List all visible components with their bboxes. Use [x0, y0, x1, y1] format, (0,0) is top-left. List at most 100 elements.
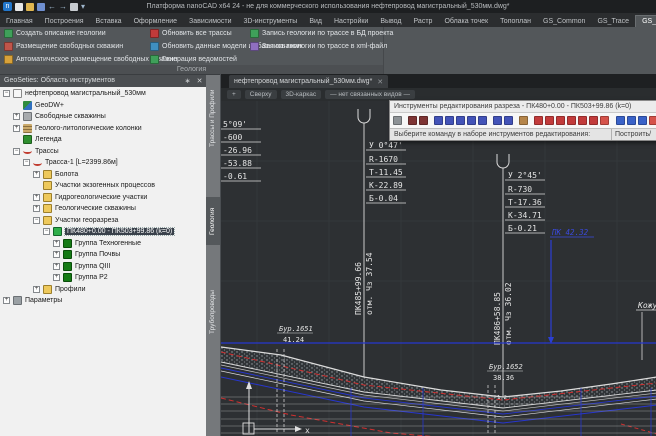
svg-text:Бур.1652: Бур.1652	[489, 363, 523, 371]
layer-flag-3-icon[interactable]	[456, 116, 465, 125]
ribbon-tab-3d[interactable]: 3D-инструменты	[238, 16, 304, 27]
tree-item-profili[interactable]: +Профили	[0, 284, 206, 296]
folder-icon	[43, 204, 52, 213]
tree-item-free-wells[interactable]: +Свободные скважины	[0, 111, 206, 123]
linked-views-button[interactable]: — нет связанных видов —	[325, 90, 415, 99]
side-tab-routes-profiles[interactable]: Трассы и Профили	[206, 85, 220, 151]
layer-flag-7-icon[interactable]	[504, 116, 513, 125]
level-2-icon[interactable]	[627, 116, 636, 125]
ribbon-tab-oformlenie[interactable]: Оформление	[128, 16, 183, 27]
tree-item-geodw[interactable]: GeoDW+	[0, 100, 206, 112]
tree-item-legend[interactable]: Легенда	[0, 134, 206, 146]
view-direction-button[interactable]: Сверху	[245, 90, 277, 99]
folder-icon	[43, 193, 52, 202]
select-tool-icon[interactable]	[393, 116, 402, 125]
tree-item-bolota[interactable]: +Болота	[0, 169, 206, 181]
tree-item-group-qiii[interactable]: +Группа QIII	[0, 261, 206, 273]
ribbon-tab-topoplan[interactable]: Топоплан	[494, 16, 537, 27]
cad-viewport[interactable]: 5°09' -600 -26.96 -53.88 -0.61 У 0°47' R…	[221, 101, 656, 436]
folder-icon	[43, 216, 52, 225]
free-wells-icon	[23, 112, 32, 121]
svg-text:5°09': 5°09'	[223, 120, 247, 129]
ribbon-tab-vyvod[interactable]: Вывод	[374, 16, 407, 27]
edit-gear-2-icon[interactable]	[419, 116, 428, 125]
tree-item-georazrez[interactable]: −Участки георазреза	[0, 215, 206, 227]
ribbon-tab-zavisimosti[interactable]: Зависимости	[183, 16, 237, 27]
stamp-6-icon[interactable]	[589, 116, 598, 125]
ribbon-tab-nastroiki[interactable]: Настройки	[328, 16, 374, 27]
ribbon-tab-gs-trace[interactable]: GS_Trace	[591, 16, 635, 27]
svg-text:-600: -600	[223, 133, 242, 142]
curve-point-1: У 0°47' R-1670 Т-11.45 К-22.89 Б-0.04 ПК…	[354, 109, 406, 381]
tree-item-routes[interactable]: −Трассы	[0, 146, 206, 158]
svg-text:R-1670: R-1670	[369, 155, 398, 164]
section-edit-palette[interactable]: Инструменты редактирования разреза - ПК4…	[389, 100, 656, 141]
add-view-button[interactable]: +	[227, 90, 241, 99]
edit-gear-1-icon[interactable]	[408, 116, 417, 125]
station-label: ПК486+58.85	[493, 292, 502, 345]
palette-action[interactable]: Построить/	[611, 129, 656, 140]
ribbon-tab-vid[interactable]: Вид	[303, 16, 328, 27]
layer-flag-5-icon[interactable]	[478, 116, 487, 125]
tree-item-exogenous[interactable]: Участки экзогенных процессов	[0, 180, 206, 192]
tree-item-hydrogeo[interactable]: +Гидрогеологические участки	[0, 192, 206, 204]
svg-text:Б-0.04: Б-0.04	[369, 194, 398, 203]
ribbon-tab-glavnaya[interactable]: Главная	[0, 16, 39, 27]
visual-style-button[interactable]: 3D-каркас	[281, 90, 322, 99]
cad-grid	[221, 101, 656, 436]
tree-item-section-pk480[interactable]: −ПК480+0.00 - ПК503+99.86 (k=0)	[0, 226, 206, 238]
svg-text:У 2°45': У 2°45'	[508, 171, 542, 180]
layer-flag-2-icon[interactable]	[445, 116, 454, 125]
panel-title: GeoSeties: Область инструментов	[4, 77, 115, 84]
svg-text:К-34.71: К-34.71	[508, 211, 542, 220]
lens-tool-icon[interactable]	[519, 116, 528, 125]
tree-item-root[interactable]: −нефтепровод магистральный_530мм	[0, 88, 206, 100]
elevation-label: отм. Чз 37.54	[365, 252, 374, 315]
side-tab-pipelines[interactable]: Трубопроводы	[206, 283, 220, 341]
routes-icon	[23, 148, 32, 154]
stamp-2-icon[interactable]	[545, 116, 554, 125]
legend-icon	[23, 135, 32, 144]
stamp-4-icon[interactable]	[567, 116, 576, 125]
litho-columns-icon	[23, 124, 32, 133]
create-geology-icon	[4, 29, 13, 38]
level-3-icon[interactable]	[638, 116, 647, 125]
close-tab-icon[interactable]: ✕	[377, 78, 383, 86]
georazrez-icon	[53, 227, 62, 236]
place-wells-icon	[4, 42, 13, 51]
pin-icon[interactable]: ∗	[183, 77, 192, 86]
ribbon-group-geology: Создать описание геологии Размещение сво…	[0, 27, 384, 74]
layer-flag-4-icon[interactable]	[467, 116, 476, 125]
ribbon-tab-oblaka[interactable]: Облака точек	[438, 16, 494, 27]
stamp-3-icon[interactable]	[556, 116, 565, 125]
ribbon-tab-postroeniya[interactable]: Построения	[39, 16, 90, 27]
slash-2-icon[interactable]	[649, 116, 656, 125]
ribbon-tab-vstavka[interactable]: Вставка	[90, 16, 128, 27]
tree-item-geo-wells[interactable]: +Геологические скважины	[0, 203, 206, 215]
folder-icon	[43, 181, 52, 190]
group-icon	[63, 239, 72, 248]
tree-item-parametry[interactable]: +Параметры	[0, 295, 206, 307]
close-icon[interactable]: ✕	[195, 77, 204, 86]
stamp-1-icon[interactable]	[534, 116, 543, 125]
layer-flag-1-icon[interactable]	[434, 116, 443, 125]
ribbon-tab-gs-common[interactable]: GS_Common	[537, 16, 591, 27]
tree-item-group-tehnogennye[interactable]: +Группа Техногенные	[0, 238, 206, 250]
tree-item-group-p2[interactable]: +Группа P2	[0, 272, 206, 284]
tree-item-litho-columns[interactable]: +Геолого-литологические колонки	[0, 123, 206, 135]
ribbon-tab-rastr[interactable]: Растр	[408, 16, 439, 27]
tree-item-route-1[interactable]: −Трасса-1 [L=2399.86м]	[0, 157, 206, 169]
side-tab-geology[interactable]: Геология	[206, 197, 220, 245]
slash-1-icon[interactable]	[600, 116, 609, 125]
layer-flag-6-icon[interactable]	[493, 116, 502, 125]
refresh-routes-icon	[150, 29, 159, 38]
cmd-save-geology-xml[interactable]: Запись геологии по трассе в xml-файл	[250, 40, 393, 53]
level-1-icon[interactable]	[616, 116, 625, 125]
stamp-5-icon[interactable]	[578, 116, 587, 125]
document-tab[interactable]: нефтепровод магистральный_530мм.dwg* ✕	[229, 75, 388, 88]
cmd-save-geology-db[interactable]: Запись геологии по трассе в БД проекта	[250, 27, 393, 40]
palette-title[interactable]: Инструменты редактирования разреза - ПК4…	[390, 101, 656, 113]
tree-item-group-pochvy[interactable]: +Группа Почвы	[0, 249, 206, 261]
title-bar: n ← → ▾ Платформа nanoCAD x64 24 - не дл…	[0, 0, 656, 13]
ribbon-tab-gs-geology[interactable]: GS_Geology	[635, 15, 656, 27]
